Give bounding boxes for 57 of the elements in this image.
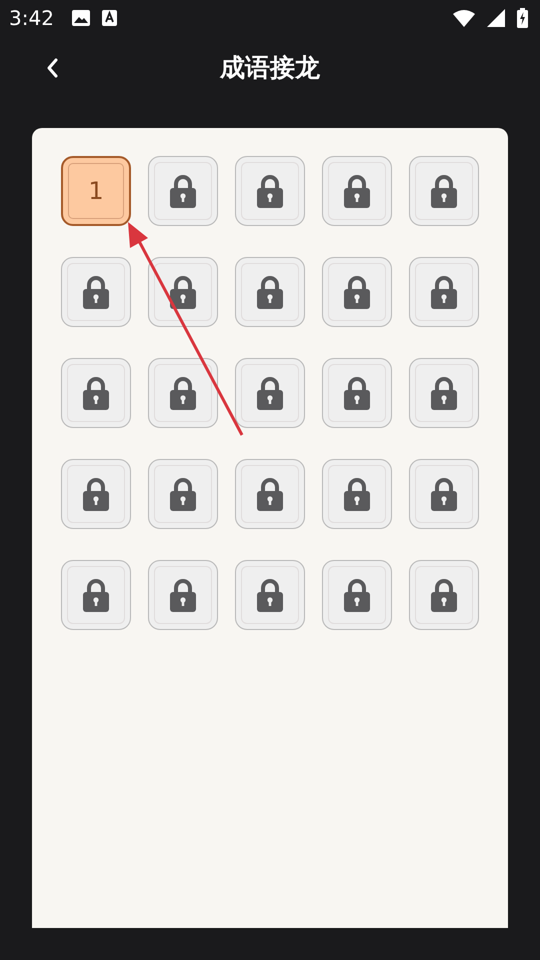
padlock-icon: [169, 578, 197, 612]
status-time: 3:42: [9, 6, 54, 30]
padlock-icon: [82, 578, 110, 612]
locked-level-tile[interactable]: [322, 560, 392, 630]
locked-level-tile[interactable]: [235, 459, 305, 529]
locked-level-tile[interactable]: [322, 156, 392, 226]
level-tile[interactable]: 1: [61, 156, 131, 226]
padlock-icon: [343, 477, 371, 511]
padlock-icon: [430, 477, 458, 511]
padlock-icon: [256, 174, 284, 208]
locked-level-tile[interactable]: [235, 156, 305, 226]
locked-level-tile[interactable]: [61, 358, 131, 428]
locked-level-tile[interactable]: [148, 560, 218, 630]
padlock-icon: [82, 275, 110, 309]
locked-level-tile[interactable]: [61, 459, 131, 529]
padlock-icon: [256, 477, 284, 511]
back-icon: [45, 57, 59, 79]
locked-level-tile[interactable]: [148, 358, 218, 428]
locked-level-tile[interactable]: [409, 560, 479, 630]
locked-level-tile[interactable]: [148, 459, 218, 529]
locked-level-tile[interactable]: [322, 459, 392, 529]
padlock-icon: [169, 275, 197, 309]
padlock-icon: [169, 477, 197, 511]
locked-level-tile[interactable]: [409, 156, 479, 226]
locked-level-tile[interactable]: [61, 257, 131, 327]
locked-level-tile[interactable]: [235, 358, 305, 428]
padlock-icon: [430, 376, 458, 410]
padlock-icon: [430, 578, 458, 612]
padlock-icon: [430, 174, 458, 208]
padlock-icon: [343, 376, 371, 410]
locked-level-tile[interactable]: [409, 459, 479, 529]
locked-level-tile[interactable]: [409, 358, 479, 428]
page-title: 成语接龙: [220, 52, 320, 84]
padlock-icon: [430, 275, 458, 309]
padlock-icon: [82, 376, 110, 410]
locked-level-tile[interactable]: [322, 257, 392, 327]
padlock-icon: [169, 174, 197, 208]
padlock-icon: [256, 578, 284, 612]
padlock-icon: [256, 275, 284, 309]
padlock-icon: [169, 376, 197, 410]
wifi-icon: [453, 10, 475, 26]
locked-level-tile[interactable]: [61, 560, 131, 630]
padlock-icon: [343, 578, 371, 612]
locked-level-tile[interactable]: [235, 257, 305, 327]
padlock-icon: [343, 174, 371, 208]
locked-level-tile[interactable]: [148, 257, 218, 327]
locked-level-tile[interactable]: [409, 257, 479, 327]
text-app-icon: [102, 10, 117, 26]
locked-level-tile[interactable]: [322, 358, 392, 428]
signal-icon: [487, 9, 505, 27]
battery-icon: [517, 8, 528, 28]
locked-level-tile[interactable]: [148, 156, 218, 226]
image-icon: [72, 10, 90, 26]
padlock-icon: [256, 376, 284, 410]
padlock-icon: [82, 477, 110, 511]
locked-level-tile[interactable]: [235, 560, 305, 630]
padlock-icon: [343, 275, 371, 309]
